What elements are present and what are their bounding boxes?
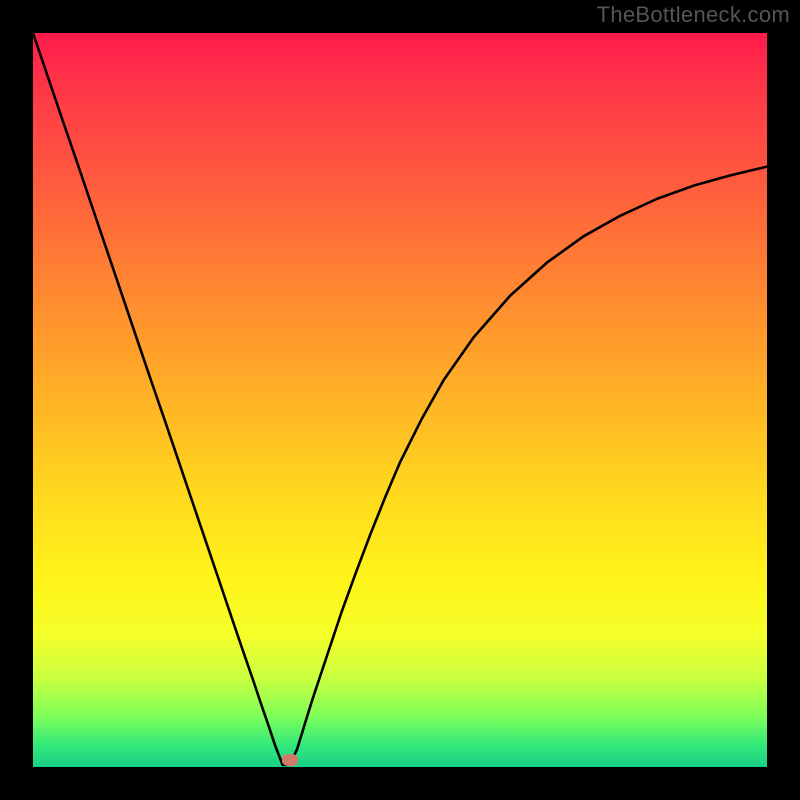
chart-frame: TheBottleneck.com: [0, 0, 800, 800]
bottleneck-curve: [33, 33, 767, 765]
bottleneck-curve-svg: [33, 33, 767, 767]
watermark-text: TheBottleneck.com: [597, 2, 790, 28]
sweet-spot-marker: [282, 754, 298, 766]
